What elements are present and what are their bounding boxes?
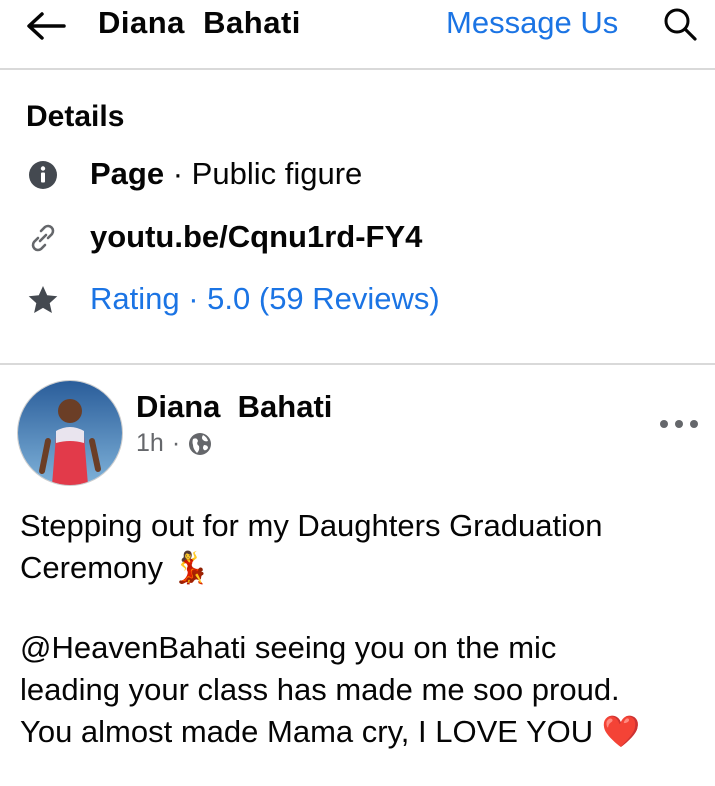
page-separator: · (164, 156, 192, 191)
star-icon (24, 281, 62, 319)
back-arrow-icon (27, 12, 66, 40)
message-us-link[interactable]: Message Us (446, 5, 618, 41)
search-button[interactable] (660, 4, 700, 44)
post-time[interactable]: 1h (136, 429, 164, 458)
website-row[interactable]: youtu.be/Cqnu1rd-FY4 (0, 213, 715, 263)
link-icon (24, 219, 62, 257)
rating-link[interactable]: Rating · 5.0 (59 Reviews) (90, 281, 440, 317)
avatar[interactable] (17, 380, 123, 486)
page-category: Public figure (191, 156, 363, 191)
post-line: You almost made Mama cry, I LOVE YOU ❤️ (20, 714, 641, 749)
page-label: Page (90, 156, 165, 191)
details-section: Details Page · Public figure youtu.be/Cq… (0, 70, 715, 365)
post-meta: 1h · (136, 429, 212, 458)
more-icon (660, 420, 698, 428)
page-type-row: Page · Public figure (0, 150, 715, 200)
rating-row[interactable]: Rating · 5.0 (59 Reviews) (0, 275, 715, 325)
post-line: Ceremony 💃 (20, 550, 211, 585)
more-options-button[interactable] (658, 409, 700, 439)
search-icon (664, 8, 697, 41)
post-line: @HeavenBahati seeing you on the mic (20, 630, 557, 665)
post-author[interactable]: Diana Bahati (136, 389, 332, 425)
info-icon (24, 156, 62, 194)
post-body: Stepping out for my Daughters Graduation… (20, 505, 700, 753)
post: Diana Bahati 1h · Stepping out for my Da… (0, 365, 715, 786)
post-line: Stepping out for my Daughters Graduation (20, 508, 603, 543)
page-title: Diana Bahati (98, 5, 301, 40)
back-button[interactable] (24, 4, 68, 48)
meta-separator: · (171, 429, 181, 457)
website-link[interactable]: youtu.be/Cqnu1rd-FY4 (90, 219, 422, 255)
details-heading: Details (26, 100, 125, 133)
post-line: leading your class has made me soo proud… (20, 672, 620, 707)
globe-icon (189, 432, 212, 455)
top-bar: Diana Bahati Message Us (0, 0, 715, 70)
